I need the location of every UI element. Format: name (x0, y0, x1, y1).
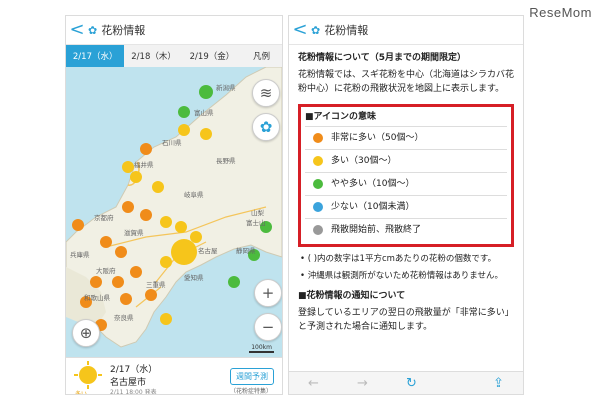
note-item: • 沖縄県は観測所がないため花粉情報はありません。 (300, 271, 503, 281)
place-label: 富士山 (246, 219, 266, 227)
phone-screen-legend: < ✿ 花粉情報 花粉情報について（5月までの期間限定） 花粉情報では、スギ花粉… (288, 15, 524, 395)
forward-arrow-icon[interactable]: → (357, 376, 368, 391)
page-title: 花粉情報 (101, 24, 146, 37)
no-pollen-icon (313, 225, 323, 235)
place-label: 奈良県 (114, 314, 134, 322)
phone-screen-map: < ✿ 花粉情報 2/17（水） 2/18（木） 2/19（金） 凡例 新潟県 … (65, 15, 283, 395)
legend-label: やや多い（10個〜） (331, 179, 415, 189)
legend-row: 少ない（10個未満） (305, 195, 507, 218)
place-label: 岐阜県 (184, 191, 204, 199)
back-button[interactable]: < (289, 16, 311, 44)
place-label: 愛知県 (184, 274, 204, 282)
sun-pollen-icon (74, 361, 102, 389)
legend-title: ■アイコンの意味 (305, 112, 377, 122)
place-label: 京都府 (94, 214, 114, 222)
place-label: 富山県 (194, 109, 214, 117)
notify-text: 登録しているエリアの翌日の飛散量が「非常に多い」と予測された場合に通知します。 (298, 308, 514, 332)
note-text: 沖縄県は観測所がないため花粉情報はありません。 (307, 271, 503, 281)
section-title: 花粉情報について（5月までの期間限定） (298, 53, 466, 63)
flower-logo-icon: ✿ (311, 23, 321, 37)
place-label: 福井県 (134, 161, 154, 169)
selected-date: 2/17（水） (110, 365, 158, 375)
legend-label: 少ない（10個未満） (331, 202, 415, 212)
legend-row: 飛散開始前、飛散終了 (305, 218, 507, 241)
legend-row: 非常に多い（50個〜） (305, 126, 507, 149)
reload-icon[interactable]: ↻ (406, 376, 417, 391)
place-label: 兵庫県 (70, 251, 90, 259)
place-label: 石川県 (162, 139, 182, 147)
resemom-watermark: ReseMom (529, 5, 592, 20)
app-header: < ✿ 花粉情報 (289, 16, 523, 45)
map-scale: 100km (249, 344, 274, 353)
notify-title: ■花粉情報の通知について (298, 291, 406, 301)
tab-2-19[interactable]: 2/19（金） (183, 45, 241, 67)
place-label: 和歌山県 (84, 294, 110, 302)
flower-logo-icon: ✿ (88, 23, 98, 37)
zoom-in-button[interactable]: + (254, 279, 282, 307)
back-arrow-icon[interactable]: ← (308, 376, 319, 391)
app-header: < ✿ 花粉情報 (66, 16, 282, 45)
tab-2-17[interactable]: 2/17（水） (66, 45, 125, 67)
place-label: 三重県 (146, 281, 166, 289)
info-content: 花粉情報について（5月までの期間限定） 花粉情報では、スギ花粉を中心（北海道はシ… (289, 45, 523, 334)
page-title: 花粉情報 (324, 24, 369, 37)
tab-legend[interactable]: 凡例 (241, 45, 282, 67)
pollen-map[interactable]: 新潟県 富山県 石川県 福井県 長野県 岐阜県 静岡県 愛知県 滋賀県 京都府 … (66, 67, 282, 357)
pollen-level-label: 多い (75, 391, 88, 395)
tab-2-18[interactable]: 2/18（木） (124, 45, 182, 67)
share-icon[interactable]: ⇪ (493, 376, 504, 391)
place-label: 静岡県 (236, 247, 256, 255)
place-label: 新潟県 (216, 84, 236, 92)
legend-label: 非常に多い（50個〜） (331, 133, 424, 143)
place-label: 滋賀県 (124, 229, 144, 237)
current-location-icon[interactable]: ⊕ (72, 319, 100, 347)
place-label: 大阪府 (96, 267, 116, 275)
date-tabs: 2/17（水） 2/18（木） 2/19（金） 凡例 (66, 45, 282, 68)
very-high-pollen-icon (313, 133, 323, 143)
moderate-pollen-icon (313, 179, 323, 189)
place-label: 山梨 (251, 209, 264, 217)
legend-row: やや多い（10個〜） (305, 172, 507, 195)
feature-note[interactable]: （花粉症特集） (230, 386, 272, 394)
layers-icon[interactable]: ≋ (252, 79, 280, 107)
legend-row: 多い（30個〜） (305, 149, 507, 172)
low-pollen-icon (313, 202, 323, 212)
high-pollen-icon (313, 156, 323, 166)
intro-text: 花粉情報では、スギ花粉を中心（北海道はシラカバ花粉中心）に花粉の飛散状況を地図上… (298, 70, 515, 94)
note-text: ( )内の数字は1平方cmあたりの花粉の個数です。 (307, 254, 497, 264)
browser-toolbar: ← → ↻ ⇪ (289, 371, 523, 394)
zoom-out-button[interactable]: − (254, 313, 282, 341)
legend-label: 飛散開始前、飛散終了 (331, 225, 422, 235)
icon-legend-box: ■アイコンの意味 非常に多い（50個〜） 多い（30個〜） やや多い（10個〜）… (298, 104, 514, 247)
place-label: 名古屋 (198, 247, 218, 255)
place-label: 長野県 (216, 157, 236, 165)
weekly-forecast-button[interactable]: 週間予測 (230, 368, 274, 385)
note-item: • ( )内の数字は1平方cmあたりの花粉の個数です。 (300, 254, 497, 264)
weather-map-icon[interactable]: ✿ (252, 113, 280, 141)
publish-time: 2/11 18:00 発表 (110, 389, 157, 395)
back-button[interactable]: < (66, 16, 88, 44)
selected-city-panel[interactable]: 多い 2/17（水） 名古屋市 2/11 18:00 発表 週間予測 （花粉症特… (66, 357, 282, 395)
legend-label: 多い（30個〜） (331, 156, 397, 166)
